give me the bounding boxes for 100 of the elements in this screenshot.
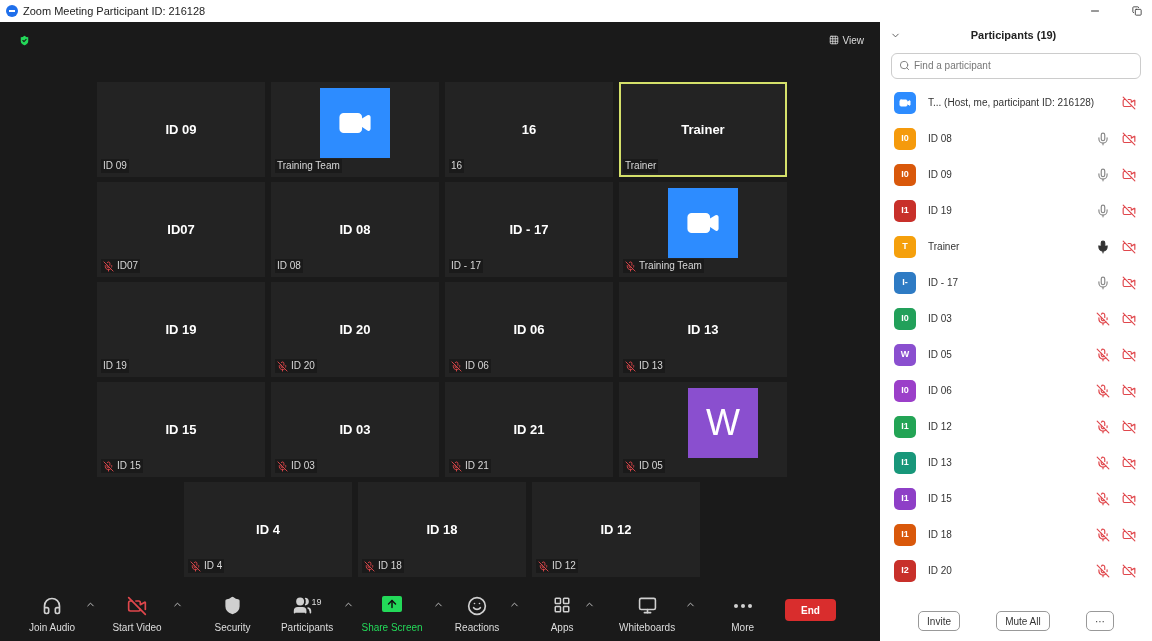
search-icon	[899, 60, 910, 71]
tile-label: ID 15	[117, 459, 141, 473]
video-off-icon	[1122, 131, 1136, 146]
participant-name: ID 03	[339, 420, 371, 439]
participant-name: ID 13	[687, 320, 719, 339]
initials-avatar: W	[894, 343, 916, 366]
participant-name: ID 08	[339, 220, 371, 239]
headphones-icon	[42, 595, 62, 616]
tile-label: ID07	[117, 259, 139, 273]
toolbar-button[interactable]: More	[731, 595, 755, 635]
participant-name[interactable]: Trainer	[928, 239, 1084, 254]
video-off-icon	[1122, 419, 1136, 434]
shield-check-icon	[18, 33, 31, 47]
participant-name: ID - 17	[509, 220, 549, 239]
toolbar-button[interactable]: Apps	[550, 595, 574, 635]
window-title: Zoom Meeting Participant ID: 216128	[23, 3, 206, 19]
initials-avatar: I0	[894, 307, 916, 330]
initials-avatar: I1	[894, 199, 916, 222]
more-icon	[733, 603, 752, 608]
participant-name[interactable]: ID 19	[928, 203, 1084, 218]
participant-name: ID 15	[165, 420, 197, 439]
tile-label: ID 12	[552, 559, 576, 573]
participant-count: 19	[311, 595, 322, 609]
video-off-icon	[1122, 311, 1136, 326]
initials-avatar: T	[894, 235, 916, 258]
participant-name[interactable]: ID 15	[928, 491, 1084, 506]
tile-label: ID 20	[291, 359, 315, 373]
view-button[interactable]: View	[828, 32, 864, 48]
participant-name[interactable]: ID 20	[928, 563, 1084, 578]
participant-name: ID 12	[600, 520, 632, 539]
participant-name: 16	[521, 120, 537, 139]
video-off-icon	[127, 595, 147, 616]
grid-icon	[828, 35, 839, 45]
initials-avatar: I2	[894, 559, 916, 582]
tile-label: ID 09	[103, 159, 127, 173]
video-off-icon	[1122, 347, 1136, 362]
zoom-logo-icon	[6, 5, 18, 17]
participant-name[interactable]: ID 12	[928, 419, 1084, 434]
participant-name[interactable]: ID 18	[928, 527, 1084, 542]
initials-avatar: I1	[894, 451, 916, 474]
video-off-icon	[1122, 563, 1136, 578]
panel-title: Participants (19)	[969, 27, 1058, 43]
participant-name: ID 21	[513, 420, 545, 439]
tile-label: Trainer	[625, 159, 657, 173]
panel-button[interactable]: Mute All	[996, 611, 1050, 631]
toolbar-button[interactable]: Join Audio	[28, 595, 76, 635]
participant-name: ID 09	[165, 120, 197, 139]
participant-name: ID 19	[165, 320, 197, 339]
end-button[interactable]: End	[785, 599, 836, 621]
panel-button[interactable]: ···	[1085, 611, 1114, 631]
participant-name: ID 4	[256, 520, 280, 539]
tile-label: ID 13	[639, 359, 663, 373]
initials-avatar: I0	[894, 127, 916, 150]
tile-label: ID 08	[277, 259, 301, 273]
camera-avatar-icon	[668, 187, 738, 258]
people-icon	[292, 595, 312, 615]
tile-label: ID - 17	[451, 259, 481, 273]
video-off-icon	[1122, 491, 1136, 506]
initials-avatar: I1	[894, 487, 916, 510]
tile-label: ID 03	[291, 459, 315, 473]
toolbar-button[interactable]: Start Video	[112, 595, 162, 635]
restore-icon[interactable]	[1132, 6, 1142, 16]
toolbar-button[interactable]: Reactions	[454, 595, 500, 635]
participant-name[interactable]: ID 05	[928, 347, 1084, 362]
initials-avatar: I0	[894, 379, 916, 402]
participant-name: ID 06	[513, 320, 545, 339]
toolbar-button[interactable]: Share Screen	[361, 595, 423, 635]
shield-icon	[223, 595, 243, 615]
smiley-icon	[467, 595, 488, 616]
letter-avatar: W	[688, 387, 758, 458]
participant-name: ID 18	[426, 520, 458, 539]
participant-name[interactable]: ID 08	[928, 131, 1084, 146]
toolbar-button[interactable]: Whiteboards	[619, 595, 676, 635]
video-off-icon	[1122, 383, 1136, 398]
participant-name[interactable]: ID - 17	[928, 275, 1084, 290]
participant-name[interactable]: ID 06	[928, 383, 1084, 398]
toolbar-button[interactable]: 19 Participants	[280, 595, 334, 635]
initials-avatar: I0	[894, 163, 916, 186]
video-off-icon	[1122, 455, 1136, 470]
video-off-icon	[1122, 95, 1136, 110]
tile-label: ID 05	[639, 459, 663, 473]
video-off-icon	[1122, 167, 1136, 182]
search-field[interactable]: Find a participant	[891, 52, 1141, 79]
participant-name[interactable]: ID 03	[928, 311, 1084, 326]
video-off-icon	[1122, 275, 1136, 290]
tile-label: ID 19	[103, 359, 127, 373]
video-off-icon	[1122, 203, 1136, 218]
participant-name: Trainer	[681, 120, 725, 139]
tile-label: ID 18	[378, 559, 402, 573]
tile-label: ID 21	[465, 459, 489, 473]
tile-label: ID 06	[465, 359, 489, 373]
panel-button[interactable]: Invite	[918, 611, 960, 631]
toolbar-button[interactable]: Security	[214, 595, 251, 635]
share-screen-icon	[382, 595, 403, 612]
participant-name[interactable]: ID 13	[928, 455, 1084, 470]
tile-label: Training Team	[277, 159, 340, 173]
video-off-icon	[1122, 239, 1136, 254]
participant-name[interactable]: T... (Host, me, participant ID: 216128)	[928, 95, 1110, 110]
initials-avatar: I-	[894, 271, 916, 294]
participant-name[interactable]: ID 09	[928, 167, 1084, 182]
